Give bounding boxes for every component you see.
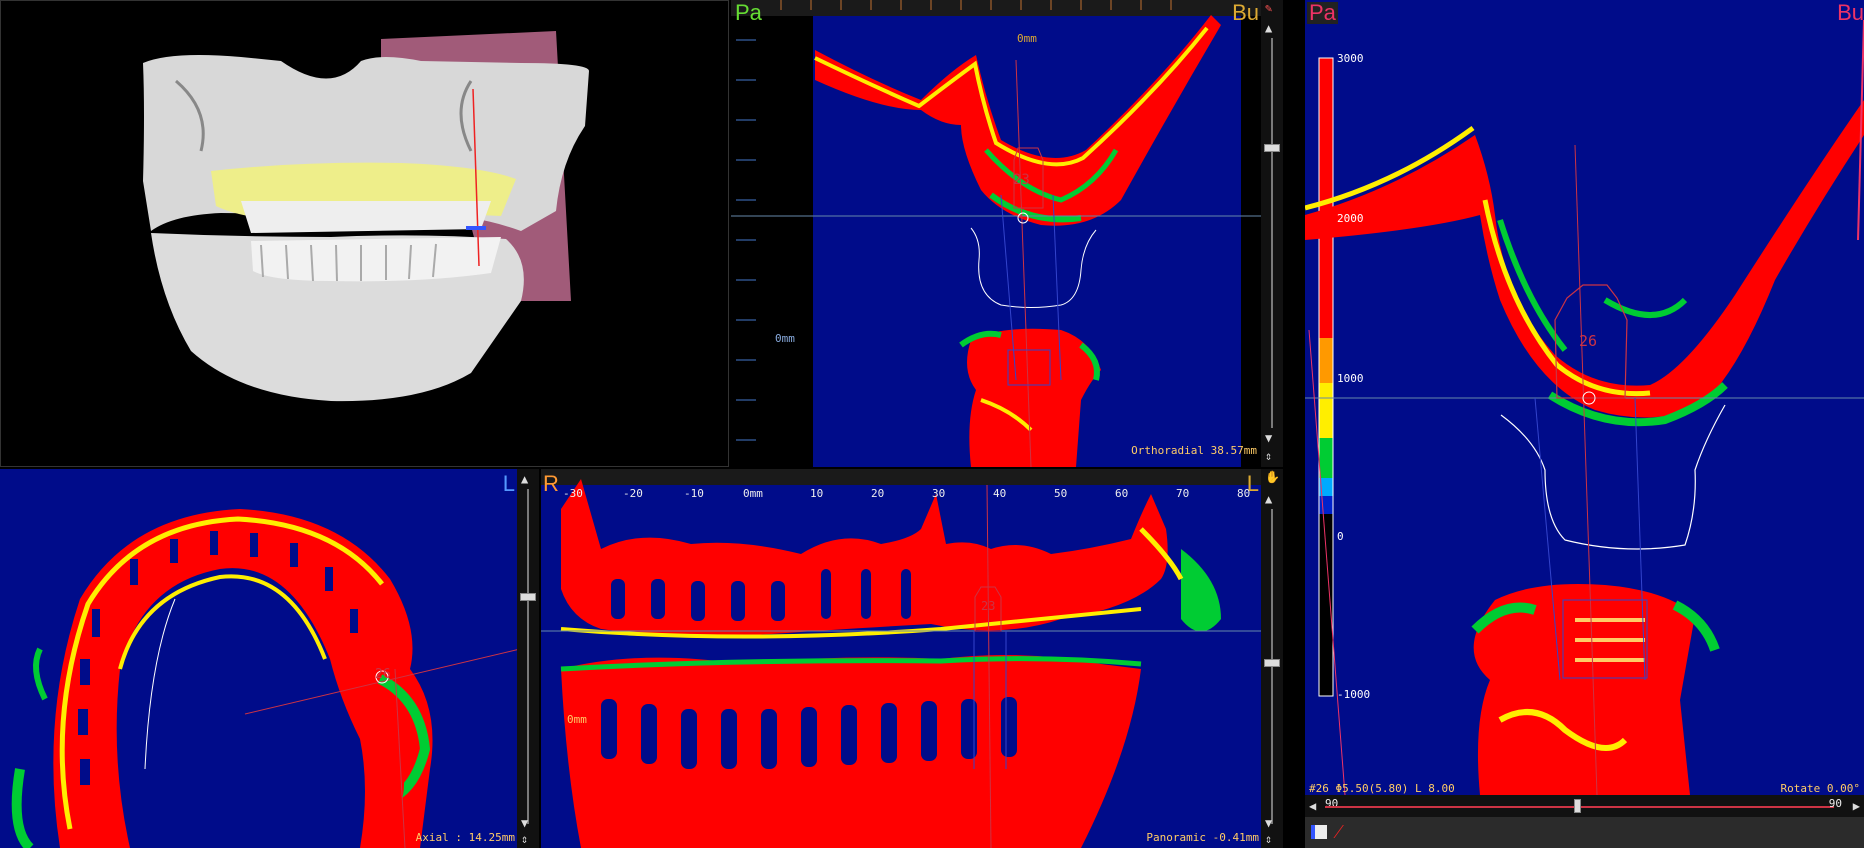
axial-scrollbar[interactable]: ▲ ▼ ⇕ [517,469,539,848]
orthoradial-view[interactable]: Pa Bu 0mm 0mm 23 Orthoradial 38.57mm ✎ ▲… [731,0,1283,467]
orthoradial-left-mark: 0mm [775,332,795,345]
detail-bu-label: Bu [1837,0,1864,25]
arrow-right-icon[interactable]: ▶ [1853,800,1860,812]
axial-scroll-thumb[interactable] [520,593,536,601]
panoramic-implant-label: 23 [981,599,996,613]
axial-implant-label: 26 [375,667,391,682]
panoramic-ct-image [541,479,1283,848]
axial-status: Axial : 14.25mm [415,831,515,844]
slider-min-label: 90 [1325,797,1339,810]
rotate-readout: Rotate 0.00° [1780,782,1860,795]
ruler-tick-20: 20 [871,487,885,500]
colorbar-tick-1000: 1000 [1337,372,1364,385]
panoramic-r-label: R [543,471,559,496]
arrow-down-icon[interactable]: ▼ [1265,817,1272,829]
orthoradial-scroll-thumb[interactable] [1264,144,1280,152]
ruler-tick-40: 40 [993,487,1007,500]
rotate-slider[interactable]: ◀ 90 90 ▶ [1305,795,1864,817]
detail-ct-image [1305,19,1864,795]
detail-implant-label: 26 [1579,332,1598,350]
orthoradial-pa-label: Pa [735,0,762,25]
ruler-tick-minus30: -30 [563,487,583,500]
orthoradial-scrollbar[interactable]: ✎ ▲ ▼ ⇕ [1261,0,1283,467]
detail-pa-label: Pa [1307,0,1338,25]
detail-view[interactable]: Pa Bu 3000 2000 1000 0 -1000 26 #26 Φ5.5… [1305,0,1864,795]
volume-render-view[interactable] [0,0,729,467]
ruler-tick-0mm: 0mm [743,487,763,500]
panoramic-scrollbar[interactable]: ✋ ▲ ▼ ⇕ [1261,469,1283,848]
arrow-down-icon[interactable]: ▼ [521,817,528,829]
skull-render [143,31,589,402]
arrow-up-icon[interactable]: ▲ [521,473,528,485]
ruler-tick-70: 70 [1176,487,1190,500]
orthoradial-implant-label: 23 [1013,172,1030,188]
ruler-tick-60: 60 [1115,487,1129,500]
panoramic-scroll-thumb[interactable] [1264,659,1280,667]
colorbar-tick-0: 0 [1337,530,1344,543]
colorbar-tick-3000: 3000 [1337,52,1364,65]
axial-view[interactable]: L 26 Axial : 14.25mm ▲ ▼ ⇕ [0,469,539,848]
colorbar-tick-minus1000: -1000 [1337,688,1371,701]
ruler-tick-minus20: -20 [623,487,643,500]
axial-l-label: L [502,471,515,496]
hand-icon[interactable]: ✋ [1265,471,1280,483]
brush-icon[interactable]: ⁄ [1337,819,1340,844]
ruler-tick-30: 30 [932,487,946,500]
layers-icon[interactable] [1311,825,1327,839]
orthoradial-ct-image [731,0,1283,467]
colorbar-tick-2000: 2000 [1337,212,1364,225]
expand-icon[interactable]: ⇕ [1265,833,1272,845]
expand-icon[interactable]: ⇕ [1265,450,1272,462]
axial-ct-image [11,509,521,848]
ruler-tick-50: 50 [1054,487,1068,500]
arrow-up-icon[interactable]: ▲ [1265,493,1272,505]
ruler-tick-minus10: -10 [684,487,704,500]
ruler-tick-10: 10 [810,487,824,500]
orthoradial-status: Orthoradial 38.57mm [1131,444,1257,457]
pen-icon[interactable]: ✎ [1265,2,1272,14]
expand-icon[interactable]: ⇕ [521,833,528,845]
implant-info: #26 Φ5.50(5.80) L 8.00 [1309,782,1455,795]
panoramic-view[interactable]: R L -30 -20 -10 0mm 10 20 30 40 50 60 70… [541,469,1283,848]
arrow-left-icon[interactable]: ◀ [1309,800,1316,812]
panoramic-left-mark: 0mm [567,713,587,726]
rotate-slider-thumb[interactable] [1574,799,1581,813]
ruler-tick-80: 80 [1237,487,1251,500]
slider-max-label: 90 [1828,797,1842,810]
arrow-down-icon[interactable]: ▼ [1265,432,1272,444]
orthoradial-bu-label: Bu [1232,0,1259,25]
orthoradial-top-mark: 0mm [1017,32,1037,45]
bottom-toolbar: ⁄ [1305,817,1864,848]
arrow-up-icon[interactable]: ▲ [1265,22,1272,34]
panoramic-status: Panoramic -0.41mm [1146,831,1259,844]
